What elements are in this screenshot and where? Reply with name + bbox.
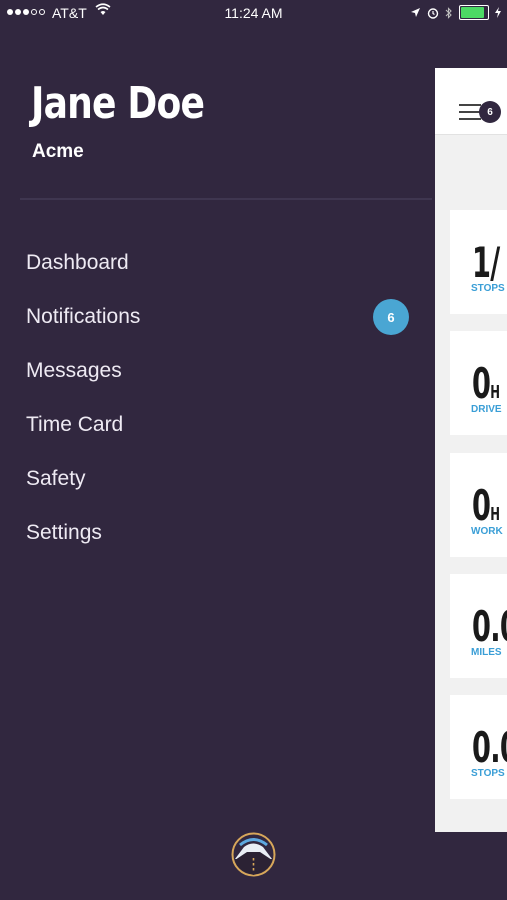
stat-value: 0.0 [472, 723, 507, 772]
menu-item-settings[interactable]: Settings [0, 506, 432, 560]
bluetooth-icon [445, 6, 452, 19]
menu-item-dashboard[interactable]: Dashboard [0, 236, 432, 290]
alarm-clock-icon [427, 7, 439, 19]
stat-label: STOPS [471, 283, 505, 294]
menu-item-label: Time Card [26, 413, 124, 436]
main-content-panel[interactable]: 6 1/ STOPS 0H DRIVE 0H WORK 0.0 MILES 0.… [435, 68, 507, 832]
stat-card-miles[interactable]: 0.0 MILES [450, 574, 507, 678]
stat-label: WORK [471, 526, 503, 537]
stat-label: MILES [471, 647, 502, 658]
menu-item-label: Notifications [26, 305, 141, 328]
location-arrow-icon [411, 8, 420, 17]
menu-item-label: Safety [26, 467, 86, 490]
battery-icon [459, 5, 489, 20]
stat-value: 0H [472, 481, 500, 530]
user-name: Jane Doe [31, 78, 205, 129]
menu-item-notifications[interactable]: Notifications 6 [0, 290, 432, 344]
stat-card-stops-count[interactable]: 0.0 STOPS [450, 695, 507, 799]
menu-item-time-card[interactable]: Time Card [0, 398, 432, 452]
stat-value: 1/ [472, 238, 500, 287]
stat-label: STOPS [471, 768, 505, 779]
menu-item-messages[interactable]: Messages [0, 344, 432, 398]
menu-item-label: Dashboard [26, 251, 129, 274]
menu-notification-badge: 6 [479, 101, 501, 123]
charging-bolt-icon [495, 7, 501, 18]
notifications-count-badge: 6 [373, 299, 409, 335]
company-name: Acme [32, 141, 84, 162]
stat-card-drive[interactable]: 0H DRIVE [450, 331, 507, 435]
content-header: 6 [435, 68, 507, 135]
stat-card-work[interactable]: 0H WORK [450, 453, 507, 557]
stat-value: 0H [472, 359, 500, 408]
stat-value: 0.0 [472, 602, 507, 651]
status-bar: AT&T 11:24 AM [0, 0, 507, 28]
hamburger-menu-icon[interactable] [459, 104, 481, 125]
stat-label: DRIVE [471, 404, 502, 415]
drawer-divider [20, 198, 432, 200]
stat-card-stops[interactable]: 1/ STOPS [450, 210, 507, 314]
status-icons [410, 5, 501, 20]
menu-item-label: Messages [26, 359, 122, 382]
menu-item-label: Settings [26, 521, 102, 544]
road-mountain-logo-icon [231, 832, 276, 877]
menu-item-safety[interactable]: Safety [0, 452, 432, 506]
drawer-menu: Dashboard Notifications 6 Messages Time … [0, 236, 432, 560]
